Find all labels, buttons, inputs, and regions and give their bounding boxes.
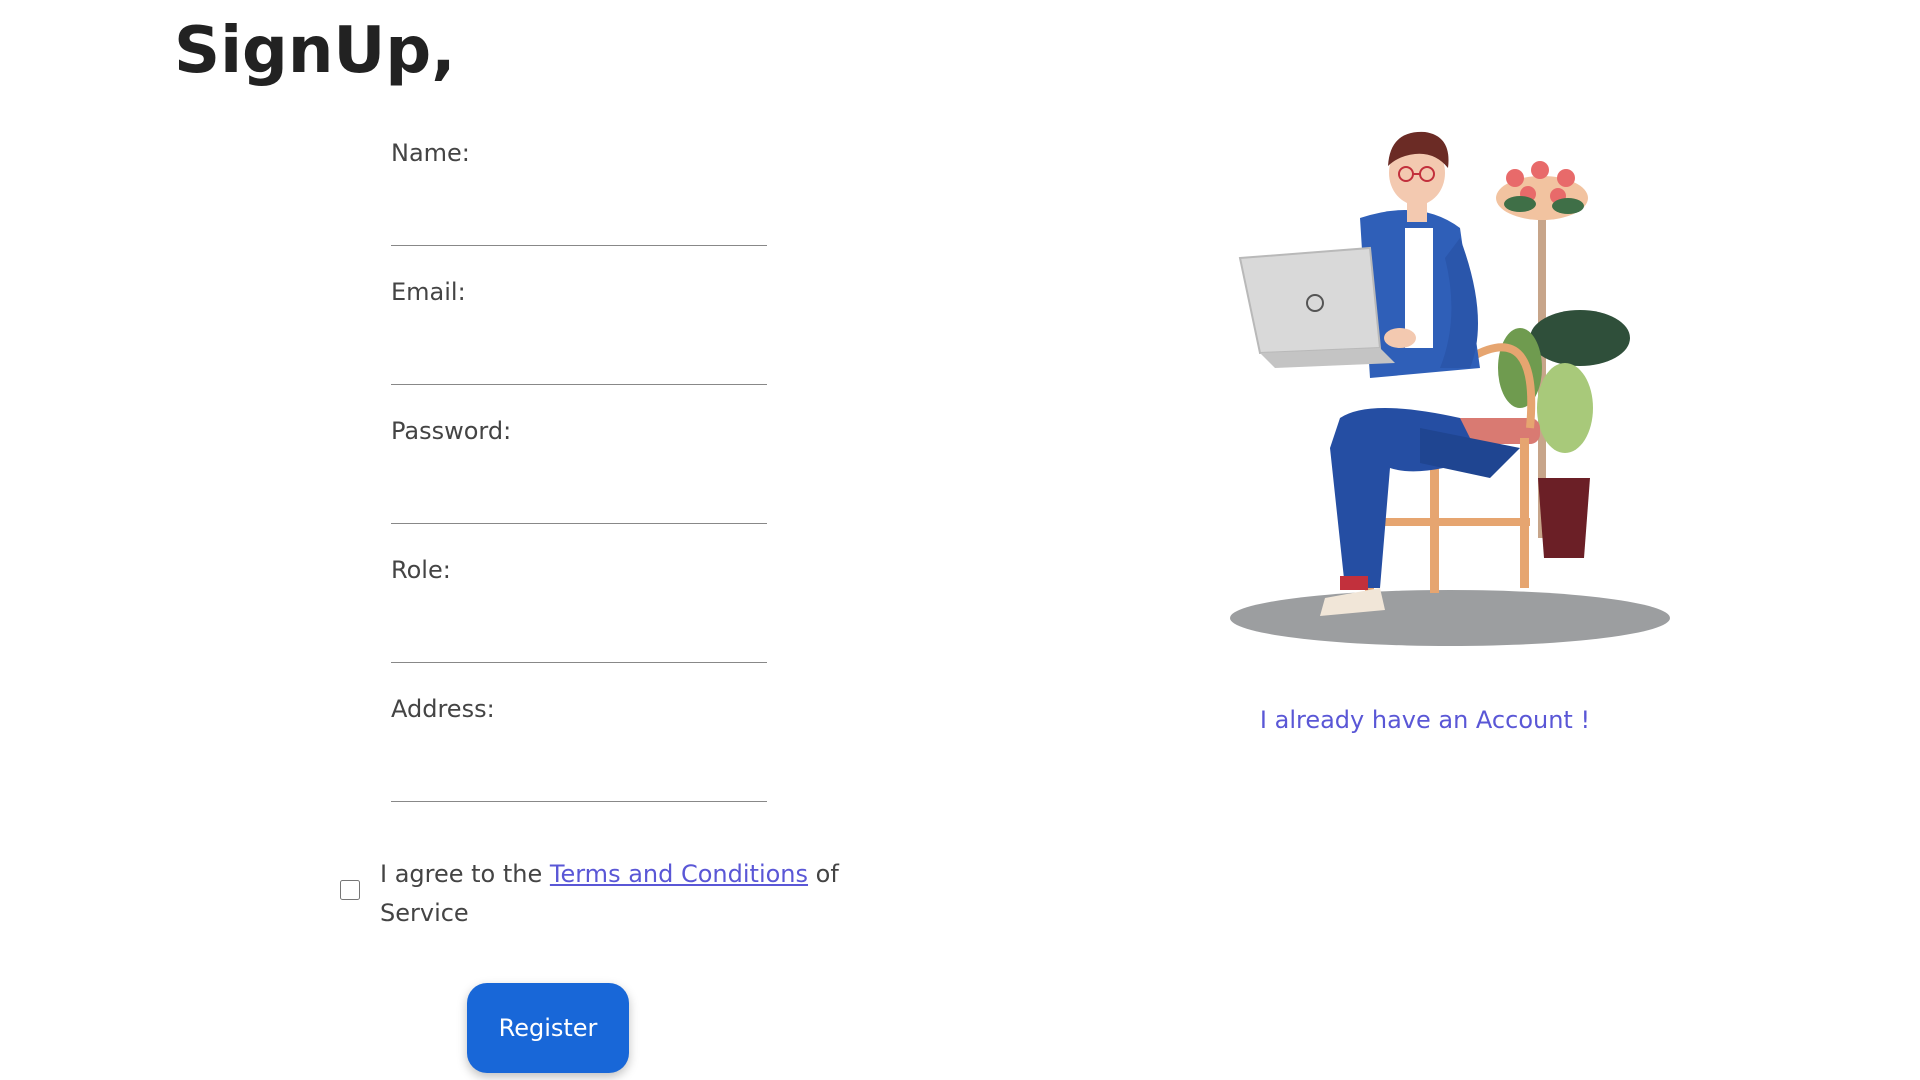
email-input[interactable] — [391, 335, 767, 385]
role-label: Role: — [391, 556, 451, 584]
name-field-group: Name: — [391, 136, 767, 275]
login-link[interactable]: I already have an Account ! — [1160, 706, 1690, 734]
signup-form: Name: Email: Password: Role: Address: — [391, 136, 767, 831]
address-label: Address: — [391, 695, 495, 723]
person-with-laptop-illustration — [1230, 131, 1670, 646]
address-input[interactable] — [391, 752, 767, 802]
terms-text: I agree to the Terms and Conditions of S… — [380, 855, 860, 933]
password-field-group: Password: — [391, 414, 767, 553]
name-label: Name: — [391, 139, 470, 167]
page-title: SignUp, — [174, 14, 456, 88]
email-label: Email: — [391, 278, 466, 306]
terms-link[interactable]: Terms and Conditions — [550, 860, 808, 888]
terms-prefix: I agree to the — [380, 860, 550, 888]
terms-checkbox[interactable] — [340, 880, 360, 900]
address-field-group: Address: — [391, 692, 767, 831]
role-input[interactable] — [391, 613, 767, 663]
role-field-group: Role: — [391, 553, 767, 692]
signup-page: SignUp, Name: Email: Password: Role: Add… — [0, 0, 1920, 1080]
password-label: Password: — [391, 417, 512, 445]
email-field-group: Email: — [391, 275, 767, 414]
password-input[interactable] — [391, 474, 767, 524]
register-button[interactable]: Register — [467, 983, 629, 1073]
name-input[interactable] — [391, 196, 767, 246]
